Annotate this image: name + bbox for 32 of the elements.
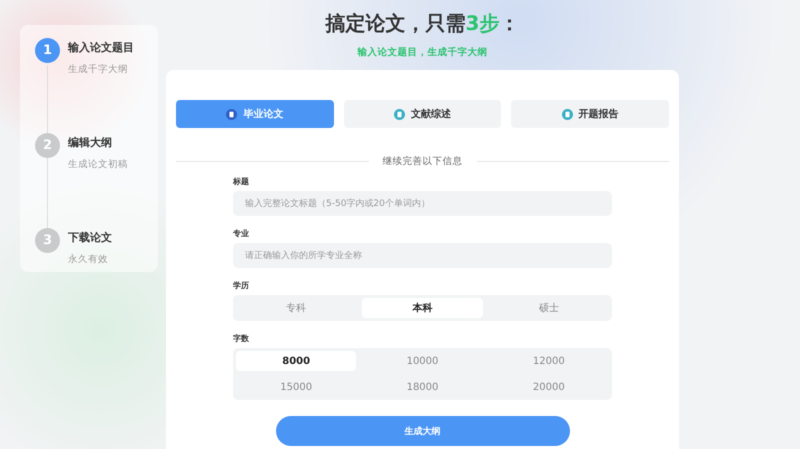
word-count-option[interactable]: 18000 — [362, 377, 483, 397]
step-subtitle: 生成论文初稿 — [68, 158, 128, 171]
field-label: 标题 — [233, 176, 249, 187]
word-count-option[interactable]: 12000 — [488, 351, 609, 371]
word-count-option[interactable]: 20000 — [488, 377, 609, 397]
step-title: 编辑大纲 — [68, 135, 113, 150]
step-subtitle: 永久有效 — [68, 253, 109, 266]
step-title: 输入论文题目 — [68, 40, 134, 55]
document-icon — [394, 108, 405, 120]
field-label: 专业 — [233, 228, 249, 239]
field-label: 字数 — [233, 333, 249, 344]
field-label: 学历 — [233, 280, 249, 291]
word-count-option[interactable]: 10000 — [362, 351, 483, 371]
page-subtitle: 输入论文题目，生成千字大纲 — [358, 46, 488, 59]
document-icon — [226, 108, 238, 120]
degree-option[interactable]: 专科 — [236, 298, 356, 318]
tab[interactable]: 毕业论文 — [176, 100, 334, 128]
page-title: 搞定论文，只需3步： — [326, 10, 520, 37]
word-count-option[interactable]: 15000 — [236, 377, 356, 397]
step-subtitle: 生成千字大纲 — [68, 63, 129, 76]
degree-option[interactable]: 本科 — [362, 298, 483, 318]
step-number: 1 — [35, 38, 60, 63]
document-icon — [562, 108, 573, 120]
divider-label: 继续完善以下信息 — [382, 155, 462, 168]
tab[interactable]: 开题报告 — [511, 100, 670, 128]
input-field[interactable]: 输入完整论文标题（5-50字内或20个单词内） — [233, 191, 612, 216]
tab[interactable]: 文献综述 — [344, 100, 502, 128]
degree-option[interactable]: 硕士 — [488, 298, 609, 318]
step-title: 下载论文 — [68, 230, 112, 245]
generate-button[interactable]: 生成大纲 — [276, 416, 570, 446]
input-field[interactable]: 请正确输入你的所学专业全称 — [233, 243, 612, 268]
word-count-option[interactable]: 8000 — [236, 351, 356, 371]
